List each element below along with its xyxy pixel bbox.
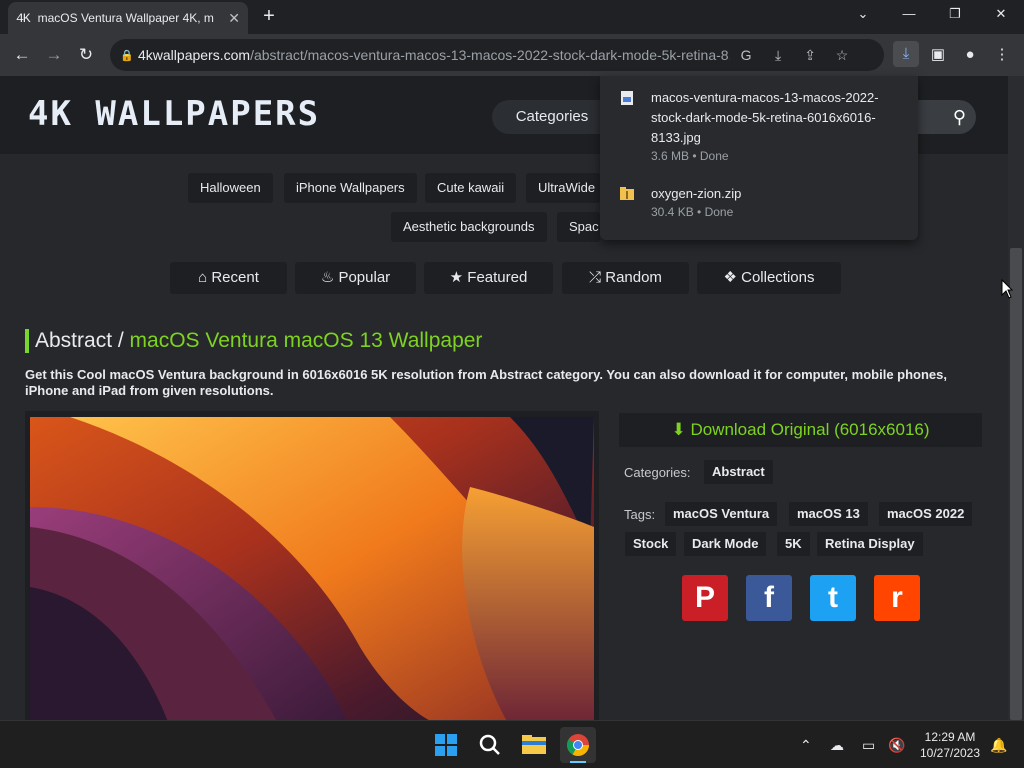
clock-time: 12:29 AM <box>924 730 976 744</box>
nav-popular-label: Popular <box>338 269 391 286</box>
tag-macos-13[interactable]: macOS 13 <box>789 502 868 526</box>
download-original-label: Download Original (6016x6016) <box>690 420 930 439</box>
nav-collections[interactable]: ❖ Collections <box>697 262 841 294</box>
chip-halloween[interactable]: Halloween <box>188 173 273 203</box>
lock-icon[interactable]: 🔒 <box>120 49 138 62</box>
shuffle-icon: ⤮ <box>589 269 602 286</box>
tags-label: Tags: <box>624 507 656 522</box>
browser-tab[interactable]: 4K macOS Ventura Wallpaper 4K, m ✕ <box>8 2 248 34</box>
forward-icon[interactable]: → <box>42 43 66 67</box>
nav-featured-label: Featured <box>467 269 528 286</box>
tag-stock[interactable]: Stock <box>625 532 677 556</box>
nav-collections-label: Collections <box>741 269 815 286</box>
breadcrumb-category[interactable]: Abstract / <box>35 329 124 352</box>
download-status: 3.6 MB • Done <box>651 149 729 163</box>
browser-toolbar: ← → ↻ 🔒 4kwallpapers.com /abstract/macos… <box>0 34 1024 76</box>
wallpaper-description: Get this Cool macOS Ventura background i… <box>25 367 947 398</box>
pinterest-icon[interactable]: P <box>682 575 728 621</box>
address-bar[interactable]: 🔒 4kwallpapers.com /abstract/macos-ventu… <box>110 39 884 71</box>
nav-recent-label: Recent <box>211 269 259 286</box>
star-icon[interactable]: ☆ <box>826 47 858 64</box>
windows-taskbar: ⌃ ☁ ▭ 🔇 12:29 AM 10/27/2023 🔔 <box>0 720 1024 768</box>
downloads-bubble: macos-ventura-macos-13-macos-2022-stock-… <box>600 76 918 240</box>
install-icon[interactable]: ⤓ <box>762 47 794 64</box>
download-filename: macos-ventura-macos-13-macos-2022-stock-… <box>651 90 879 145</box>
search-icon[interactable] <box>472 727 508 763</box>
side-panel-icon[interactable]: ▣ <box>926 43 950 67</box>
download-status: 30.4 KB • Done <box>651 205 734 219</box>
download-original-button[interactable]: ⬇ Download Original (6016x6016) <box>619 413 982 447</box>
chip-cute-kawaii[interactable]: Cute kawaii <box>425 173 517 203</box>
fire-icon: ♨ <box>320 269 335 286</box>
tab-strip: 4K macOS Ventura Wallpaper 4K, m ✕ + ⌄ —… <box>0 0 1024 34</box>
site-favicon-icon: 4K <box>16 10 31 26</box>
cubes-icon: ❖ <box>723 269 737 286</box>
wallpaper-preview[interactable] <box>25 411 599 720</box>
wallpaper-title: macOS Ventura macOS 13 Wallpaper <box>129 329 483 352</box>
tag-retina-display[interactable]: Retina Display <box>817 532 923 556</box>
notification-bell-icon[interactable]: 🔔 <box>990 737 1007 754</box>
star-icon: ★ <box>449 269 464 286</box>
nav-recent[interactable]: ⌂ Recent <box>170 262 287 294</box>
chip-iphone-wallpapers[interactable]: iPhone Wallpapers <box>284 173 417 203</box>
tag-macos-2022[interactable]: macOS 2022 <box>879 502 973 526</box>
download-arrow-icon: ⬇ <box>671 420 686 439</box>
image-file-icon <box>621 91 633 105</box>
nav-featured[interactable]: ★ Featured <box>424 262 553 294</box>
facebook-icon[interactable]: f <box>746 575 792 621</box>
menu-icon[interactable]: ⋮ <box>990 43 1014 67</box>
zip-folder-icon <box>620 187 634 200</box>
chevron-up-icon[interactable]: ⌃ <box>800 737 812 754</box>
volume-muted-icon[interactable]: 🔇 <box>888 737 905 754</box>
download-item[interactable]: oxygen-zion.zip 30.4 KB • Done <box>620 184 910 228</box>
chip-aesthetic-backgrounds[interactable]: Aesthetic backgrounds <box>391 212 547 242</box>
share-icon[interactable]: ⇪ <box>794 47 826 64</box>
download-item[interactable]: macos-ventura-macos-13-macos-2022-stock-… <box>620 88 910 168</box>
home-icon: ⌂ <box>198 269 208 286</box>
wallpaper-image[interactable] <box>30 417 594 720</box>
restore-button[interactable]: ❐ <box>940 6 970 26</box>
twitter-icon[interactable]: t <box>810 575 856 621</box>
close-tab-icon[interactable]: ✕ <box>228 10 240 27</box>
tag-5k[interactable]: 5K <box>777 532 810 556</box>
category-tag[interactable]: Abstract <box>704 460 773 484</box>
system-clock[interactable]: 12:29 AM 10/27/2023 <box>918 729 982 761</box>
nav-random-label: Random <box>605 269 662 286</box>
profile-icon[interactable]: ● <box>958 43 982 67</box>
tab-search-icon[interactable]: ⌄ <box>848 6 878 26</box>
nav-random[interactable]: ⤮ Random <box>562 262 689 294</box>
new-tab-button[interactable]: + <box>258 6 280 28</box>
page-title: Abstract / macOS Ventura macOS 13 Wallpa… <box>25 329 482 353</box>
minimize-button[interactable]: — <box>894 6 924 26</box>
download-filename: oxygen-zion.zip <box>651 186 742 201</box>
file-explorer-icon[interactable] <box>516 727 552 763</box>
download-icon[interactable]: ⤓ <box>893 41 919 67</box>
categories-button[interactable]: Categories <box>492 100 612 134</box>
mouse-cursor-icon <box>1001 279 1013 299</box>
tag-dark-mode[interactable]: Dark Mode <box>684 532 767 556</box>
chip-ultrawide[interactable]: UltraWide l <box>526 173 600 225</box>
reload-icon[interactable]: ↻ <box>74 43 98 67</box>
reddit-icon[interactable]: r <box>874 575 920 621</box>
scrollbar-thumb[interactable] <box>1010 248 1022 720</box>
back-icon[interactable]: ← <box>10 43 34 67</box>
cloud-off-icon[interactable]: ☁ <box>830 737 844 754</box>
url-path: /abstract/macos-ventura-macos-13-macos-2… <box>250 47 731 63</box>
close-window-button[interactable]: ✕ <box>986 6 1016 26</box>
tag-macos-ventura[interactable]: macOS Ventura <box>665 502 778 526</box>
network-icon[interactable]: ▭ <box>862 737 875 754</box>
site-logo[interactable]: 4K WALLPAPERS <box>28 94 320 134</box>
nav-popular[interactable]: ♨ Popular <box>295 262 416 294</box>
tab-title: macOS Ventura Wallpaper 4K, m <box>37 11 214 25</box>
url-host: 4kwallpapers.com <box>138 47 251 63</box>
categories-label: Categories: <box>624 465 691 480</box>
chrome-icon[interactable] <box>560 727 596 763</box>
chip-space[interactable]: Spac <box>557 212 600 242</box>
clock-date: 10/27/2023 <box>919 746 981 760</box>
google-lens-icon[interactable]: G <box>730 47 762 63</box>
start-icon[interactable] <box>428 727 464 763</box>
